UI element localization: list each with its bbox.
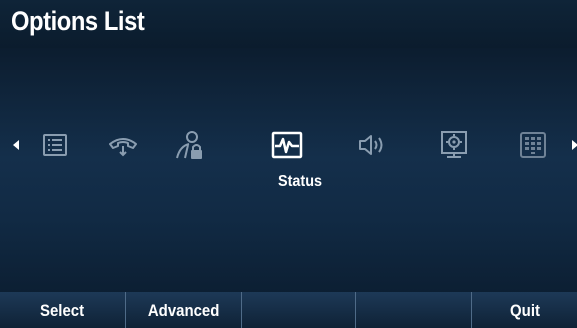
quit-softkey-label: Quit — [509, 301, 540, 320]
title-bar: Options List — [0, 0, 577, 48]
network-settings-icon[interactable] — [437, 128, 471, 162]
select-softkey[interactable]: Select — [0, 292, 126, 328]
call-forward-icon[interactable] — [106, 128, 140, 162]
page-title: Options List — [11, 6, 145, 36]
advanced-softkey[interactable]: Advanced — [126, 292, 242, 328]
keypad-icon[interactable] — [516, 128, 550, 162]
selected-option-label: Status — [277, 173, 323, 190]
softkey-3[interactable] — [242, 292, 356, 328]
advanced-softkey-label: Advanced — [147, 301, 220, 320]
scroll-right-arrow-icon[interactable] — [572, 140, 577, 150]
options-carousel: Status — [0, 48, 577, 292]
user-lock-icon[interactable] — [172, 128, 206, 162]
select-softkey-label: Select — [40, 301, 85, 320]
directory-icon[interactable] — [38, 128, 72, 162]
softkey-4[interactable] — [356, 292, 472, 328]
scroll-left-arrow-icon[interactable] — [13, 140, 19, 150]
phone-screen: Options List Status Select Advanced Quit — [0, 0, 577, 328]
softkey-bar: Select Advanced Quit — [0, 292, 577, 328]
volume-icon[interactable] — [354, 128, 388, 162]
quit-softkey[interactable]: Quit — [472, 292, 577, 328]
status-icon[interactable] — [270, 128, 304, 162]
